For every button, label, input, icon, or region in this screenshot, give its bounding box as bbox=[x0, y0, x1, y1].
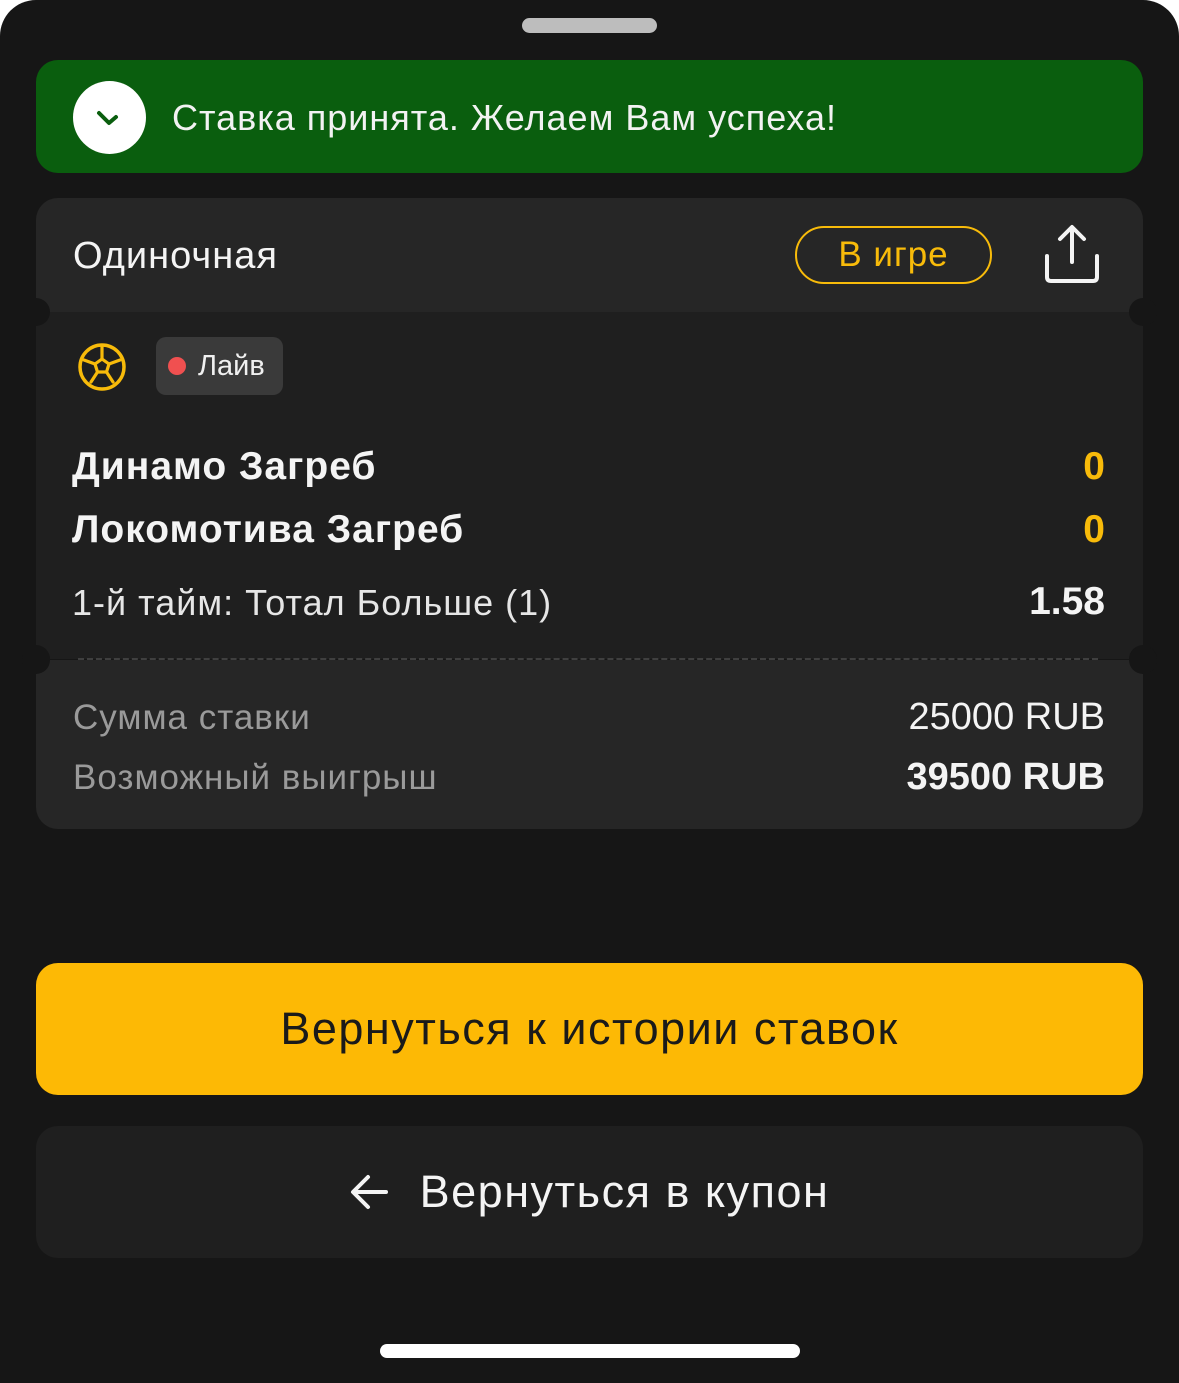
check-icon bbox=[73, 81, 146, 154]
sheet-grabber[interactable] bbox=[522, 18, 657, 33]
share-icon bbox=[1045, 225, 1099, 283]
live-label: Лайв bbox=[198, 349, 265, 382]
team-away-score: 0 bbox=[1083, 508, 1105, 551]
team-home-name: Динамо Загреб bbox=[72, 445, 377, 488]
bet-card-event: Лайв Динамо Загреб 0 Локомотива Загреб 0… bbox=[22, 298, 1157, 673]
football-icon bbox=[78, 343, 126, 391]
stake-label: Сумма ставки bbox=[73, 698, 311, 737]
team-away-name: Локомотива Загреб bbox=[72, 508, 465, 551]
back-to-history-button[interactable]: Вернуться к истории ставок bbox=[36, 963, 1143, 1095]
status-badge: В игре bbox=[795, 226, 992, 284]
bet-type-label: Одиночная bbox=[73, 235, 278, 277]
share-button[interactable] bbox=[1040, 222, 1104, 286]
toast-message: Ставка принята. Желаем Вам успеха! bbox=[172, 97, 838, 138]
bet-card-header: Одиночная В игре bbox=[36, 198, 1143, 312]
team-home-score: 0 bbox=[1083, 445, 1105, 488]
bottom-sheet: Ставка принята. Желаем Вам успеха! Одино… bbox=[0, 0, 1179, 1383]
bet-card-summary: Сумма ставки 25000 RUB Возможный выигрыш… bbox=[22, 646, 1157, 829]
back-to-coupon-label: Вернуться в купон bbox=[419, 1166, 830, 1217]
ticket-notch bbox=[22, 646, 50, 674]
stake-value: 25000 RUB bbox=[908, 696, 1105, 738]
market-label: 1-й тайм: Тотал Больше (1) bbox=[72, 582, 553, 623]
back-to-coupon-button[interactable]: Вернуться в купон bbox=[36, 1126, 1143, 1258]
arrow-left-icon bbox=[350, 1175, 388, 1209]
odds-value: 1.58 bbox=[1029, 580, 1105, 623]
home-indicator[interactable] bbox=[380, 1344, 800, 1358]
ticket-notch bbox=[1129, 298, 1157, 326]
ticket-notch bbox=[22, 298, 50, 326]
ticket-notch bbox=[1129, 646, 1157, 674]
payout-label: Возможный выигрыш bbox=[73, 758, 438, 797]
success-toast: Ставка принята. Желаем Вам успеха! bbox=[36, 60, 1143, 173]
payout-value: 39500 RUB bbox=[906, 756, 1105, 798]
live-chip: Лайв bbox=[156, 337, 283, 395]
live-dot bbox=[168, 357, 186, 375]
